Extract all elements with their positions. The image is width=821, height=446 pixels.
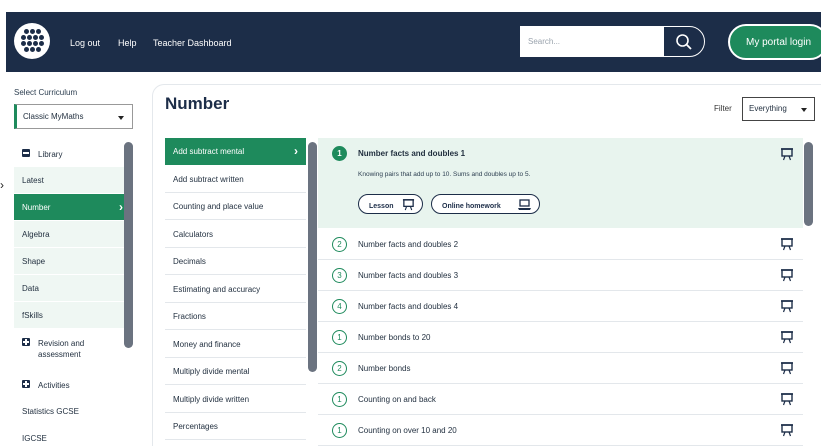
- whiteboard-icon[interactable]: [780, 147, 794, 161]
- mymaths-logo-icon[interactable]: [14, 23, 50, 59]
- lesson-row[interactable]: 1 Number bonds to 20: [318, 322, 803, 353]
- sidebar-item-data[interactable]: Data: [14, 275, 133, 302]
- lesson-title: Counting on over 10 and 20: [358, 426, 457, 435]
- search-button[interactable]: [663, 26, 705, 57]
- sidebar-scrollbar[interactable]: [124, 142, 133, 348]
- lessons-scrollbar[interactable]: [804, 142, 813, 226]
- lesson-expanded[interactable]: 1 Number facts and doubles 1 Knowing pai…: [318, 138, 803, 228]
- teacher-dashboard-link[interactable]: Teacher Dashboard: [153, 38, 232, 48]
- filter-select[interactable]: Everything: [742, 97, 815, 121]
- topic-item[interactable]: Fractions: [165, 303, 306, 330]
- topic-item[interactable]: Add subtract mental ›: [165, 138, 306, 165]
- search-input[interactable]: [520, 26, 666, 57]
- lesson-number-badge: 1: [332, 392, 347, 407]
- curriculum-label: Select Curriculum: [14, 88, 78, 97]
- sidebar-item-latest[interactable]: Latest: [14, 167, 133, 194]
- topic-list: Add subtract mental › Add subtract writt…: [165, 138, 308, 446]
- whiteboard-icon[interactable]: [780, 268, 794, 282]
- lesson-row[interactable]: 2 Number facts and doubles 2: [318, 229, 803, 260]
- chevron-right-icon: ›: [119, 200, 123, 214]
- library-menu: Library Latest Number › Algebra Shape Da…: [10, 140, 137, 446]
- lesson-number-badge: 1: [332, 146, 347, 161]
- lesson-row[interactable]: 1 Counting on over 10 and 20: [318, 415, 803, 446]
- whiteboard-icon[interactable]: [780, 237, 794, 251]
- page-title: Number: [165, 94, 230, 113]
- sidebar-item-igcse[interactable]: IGCSE: [14, 425, 133, 446]
- lesson-title: Number facts and doubles 4: [358, 302, 459, 311]
- laptop-icon: [518, 199, 531, 210]
- filter-label: Filter: [714, 104, 732, 113]
- plus-square-icon: [22, 338, 30, 346]
- lesson-title: Number facts and doubles 3: [358, 271, 459, 280]
- lesson-row[interactable]: 4 Number facts and doubles 4: [318, 291, 803, 322]
- whiteboard-icon: [402, 199, 415, 211]
- caret-down-icon: [118, 116, 124, 120]
- portal-login-button[interactable]: My portal login: [728, 24, 821, 60]
- lesson-title: Number bonds: [358, 364, 411, 373]
- lesson-title: Number facts and doubles 2: [358, 240, 459, 249]
- topic-item[interactable]: Add subtract written: [165, 166, 306, 193]
- lesson-title: Counting on and back: [358, 395, 436, 404]
- lesson-title: Number facts and doubles 1: [358, 149, 466, 158]
- topics-scrollbar[interactable]: [308, 142, 317, 372]
- lesson-number-badge: 2: [332, 361, 347, 376]
- sidebar-item-statistics-gcse[interactable]: Statistics GCSE: [14, 398, 133, 425]
- lesson-button[interactable]: Lesson: [358, 194, 423, 214]
- lesson-number-badge: 4: [332, 299, 347, 314]
- curriculum-value: Classic MyMaths: [23, 112, 84, 121]
- lesson-list: 1 Number facts and doubles 1 Knowing pai…: [318, 138, 803, 446]
- topic-item[interactable]: Calculators: [165, 221, 306, 248]
- topic-item[interactable]: Multiply divide mental: [165, 358, 306, 385]
- topic-item[interactable]: Decimals: [165, 248, 306, 275]
- topic-item[interactable]: Multiply divide written: [165, 386, 306, 413]
- lesson-title: Number bonds to 20: [358, 333, 431, 342]
- whiteboard-icon[interactable]: [780, 392, 794, 406]
- sidebar-item-revision[interactable]: Revision and assessment: [14, 329, 133, 367]
- logout-link[interactable]: Log out: [70, 38, 100, 48]
- lesson-number-badge: 1: [332, 330, 347, 345]
- lesson-row[interactable]: 3 Number facts and doubles 3: [318, 260, 803, 291]
- lesson-number-badge: 1: [332, 423, 347, 438]
- caret-down-icon: [801, 108, 807, 112]
- sidebar-item-activities[interactable]: Activities: [14, 371, 133, 398]
- sidebar-item-fskills[interactable]: fSkills: [14, 302, 133, 329]
- lesson-row[interactable]: 2 Number bonds: [318, 353, 803, 384]
- top-header: Log out Help Teacher Dashboard My portal…: [6, 12, 821, 72]
- lesson-description: Knowing pairs that add up to 10. Sums an…: [358, 171, 531, 178]
- sidebar-item-library[interactable]: Library: [14, 140, 133, 167]
- chevron-right-icon: ›: [294, 144, 298, 158]
- lesson-number-badge: 3: [332, 268, 347, 283]
- topic-item[interactable]: Counting and place value: [165, 193, 306, 220]
- help-link[interactable]: Help: [118, 38, 137, 48]
- topic-item[interactable]: Money and finance: [165, 331, 306, 358]
- sidebar-item-shape[interactable]: Shape: [14, 248, 133, 275]
- whiteboard-icon[interactable]: [780, 423, 794, 437]
- filter-value: Everything: [749, 104, 787, 113]
- topic-item[interactable]: Percentages: [165, 413, 306, 440]
- topic-item[interactable]: Estimating and accuracy: [165, 276, 306, 303]
- menu-square-icon: [22, 149, 30, 157]
- lesson-row[interactable]: 1 Counting on and back: [318, 384, 803, 415]
- sidebar-item-number[interactable]: Number ›: [14, 194, 133, 221]
- plus-square-icon: [22, 380, 30, 388]
- lesson-number-badge: 2: [332, 237, 347, 252]
- whiteboard-icon[interactable]: [780, 299, 794, 313]
- sidebar-item-algebra[interactable]: Algebra: [14, 221, 133, 248]
- whiteboard-icon[interactable]: [780, 330, 794, 344]
- online-homework-button[interactable]: Online homework: [431, 194, 540, 214]
- chevron-right-icon: ›: [0, 178, 4, 192]
- whiteboard-icon[interactable]: [780, 361, 794, 375]
- search-icon: [676, 34, 692, 50]
- curriculum-select[interactable]: Classic MyMaths: [14, 104, 133, 129]
